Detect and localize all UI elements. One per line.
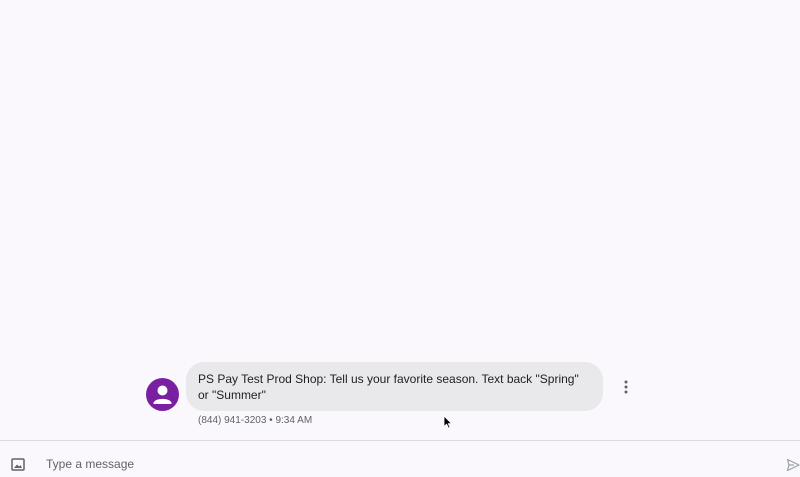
message-options-button[interactable] <box>618 377 634 397</box>
message-text: PS Pay Test Prod Shop: Tell us your favo… <box>198 372 579 402</box>
image-icon <box>11 458 25 471</box>
send-button[interactable] <box>786 458 800 472</box>
meta-separator: • <box>269 415 273 426</box>
message-bubble[interactable]: PS Pay Test Prod Shop: Tell us your favo… <box>186 362 603 411</box>
message-thread: PS Pay Test Prod Shop: Tell us your favo… <box>0 0 800 441</box>
sender-number: (844) 941-3203 <box>198 415 267 426</box>
message-input[interactable] <box>46 455 766 473</box>
contact-avatar[interactable] <box>146 378 179 411</box>
person-icon <box>153 385 172 404</box>
message-time: 9:34 AM <box>275 415 313 426</box>
message-row: PS Pay Test Prod Shop: Tell us your favo… <box>146 362 646 432</box>
message-meta: (844) 941-3203 • 9:34 AM <box>198 415 312 426</box>
composer-bar <box>0 440 800 475</box>
attach-image-button[interactable] <box>11 458 25 471</box>
more-vert-icon <box>624 380 628 394</box>
send-icon <box>786 458 800 472</box>
